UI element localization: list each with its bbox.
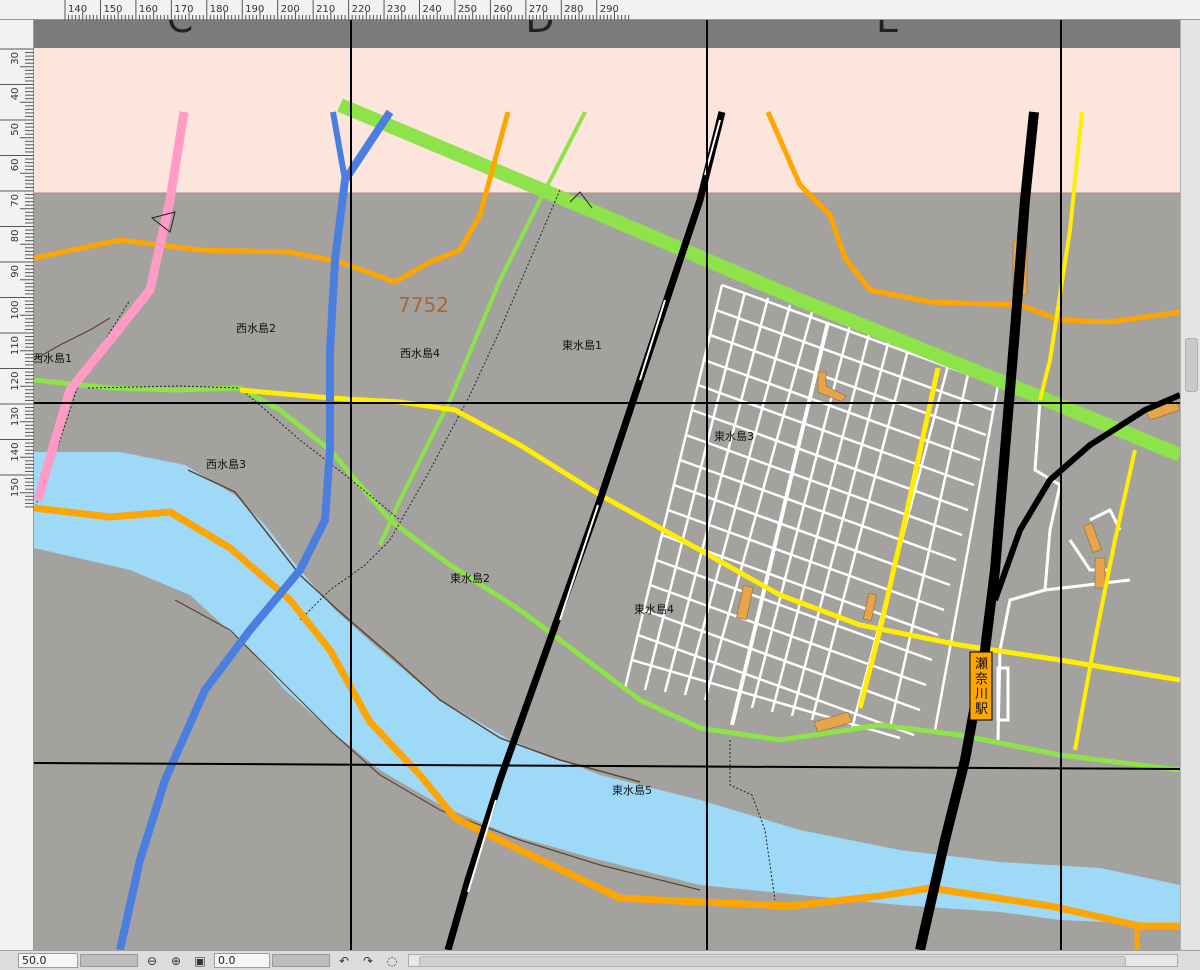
ruler-top-label: 230	[387, 4, 406, 15]
label-higashimizushima3: 東水島3	[714, 429, 754, 443]
label-nishimizushima1: 西水島1	[34, 351, 72, 365]
zoom-field[interactable]: 50.0	[18, 953, 78, 968]
ruler-top-label: 290	[600, 4, 619, 15]
ruler-top-label: 140	[68, 4, 87, 15]
ruler-top-label: 160	[139, 4, 158, 15]
ruler-left-label: 70	[10, 194, 21, 207]
horizontal-scrollbar[interactable]	[408, 954, 1178, 967]
ruler-left-label: 140	[10, 443, 21, 462]
ruler-top-label: 190	[245, 4, 264, 15]
ruler-left-label: 90	[10, 265, 21, 278]
ruler-left-label: 120	[10, 372, 21, 391]
station-label-char-1: 瀬	[975, 657, 988, 672]
ruler-top-label: 150	[103, 4, 122, 15]
ruler-vertical: 30 40 50 60 70 80 90 100 110 120 130 140 150	[0, 20, 34, 950]
ruler-top-label: 210	[316, 4, 335, 15]
ruler-left-ticks: 30 40 50 60 70 80 90 100 110 120 130 140 150	[0, 48, 34, 508]
map-drawing[interactable]: C D E 7752 西水島2 西水島1 西水島4 東水島1 西水島3 東水島3…	[34, 20, 1180, 950]
ruler-top-label: 280	[564, 4, 583, 15]
ruler-left-label: 60	[10, 159, 21, 172]
station-label-char-3: 川	[975, 687, 988, 702]
ruler-top-label: 200	[281, 4, 300, 15]
ruler-horizontal: 140 150 160 170 180 190 200 210 220 230 240 250 260 2…	[0, 0, 1200, 20]
sketch-note: 7752	[398, 293, 449, 317]
ruler-top-label: 240	[423, 4, 442, 15]
grid-letter-d: D	[525, 20, 554, 41]
label-nishimizushima2: 西水島2	[236, 321, 276, 335]
zoom-out-icon[interactable]: ⊖	[144, 953, 160, 969]
grid-letter-c: C	[167, 20, 194, 41]
station-label-char-4: 駅	[975, 702, 988, 717]
undo-icon[interactable]: ↶	[336, 953, 352, 969]
ruler-top-label: 180	[210, 4, 229, 15]
ruler-top-ticks: 140 150 160 170 180 190 200 210 220 230 240 250 260 2…	[64, 0, 630, 20]
ruler-top-label: 260	[493, 4, 512, 15]
ruler-left-label: 100	[10, 301, 21, 320]
ruler-left-label: 130	[10, 407, 21, 426]
label-nishimizushima4: 西水島4	[400, 346, 440, 360]
ruler-left-label: 80	[10, 230, 21, 243]
reset-rotation-icon[interactable]: ◌	[384, 953, 400, 969]
upper-band	[34, 48, 1180, 193]
ruler-left-label: 30	[10, 52, 21, 65]
ruler-left-label: 40	[10, 88, 21, 101]
label-higashimizushima5: 東水島5	[612, 783, 652, 797]
vertical-scrollbar[interactable]	[1180, 20, 1200, 950]
station-label-char-2: 奈	[975, 672, 988, 687]
zoom-slider[interactable]	[80, 954, 138, 967]
label-higashimizushima2: 東水島2	[450, 571, 490, 585]
map-canvas[interactable]: C D E 7752 西水島2 西水島1 西水島4 東水島1 西水島3 東水島3…	[34, 20, 1180, 950]
zoom-in-icon[interactable]: ⊕	[168, 953, 184, 969]
header-strip	[34, 20, 1180, 48]
redo-icon[interactable]: ↷	[360, 953, 376, 969]
grid-letter-e: E	[876, 20, 900, 41]
ruler-left-label: 110	[10, 336, 21, 355]
ruler-top-label: 270	[529, 4, 548, 15]
ruler-top-label: 170	[174, 4, 193, 15]
label-higashimizushima4: 東水島4	[634, 602, 674, 616]
label-higashimizushima1: 東水島1	[562, 338, 602, 352]
horizontal-scroll-thumb[interactable]	[419, 956, 1126, 967]
ruler-left-label: 150	[10, 478, 21, 497]
ruler-top-label: 250	[458, 4, 477, 15]
ruler-left-label: 50	[10, 123, 21, 136]
rotation-slider[interactable]	[272, 954, 330, 967]
ruler-top-label: 220	[352, 4, 371, 15]
rotation-field[interactable]: 0.0	[214, 953, 270, 968]
vertical-scroll-thumb[interactable]	[1185, 338, 1198, 392]
status-bar: 50.0 ⊖ ⊕ ▣ 0.0 ↶ ↷ ◌	[0, 950, 1200, 970]
label-nishimizushima3: 西水島3	[206, 457, 246, 471]
fit-screen-icon[interactable]: ▣	[192, 953, 208, 969]
